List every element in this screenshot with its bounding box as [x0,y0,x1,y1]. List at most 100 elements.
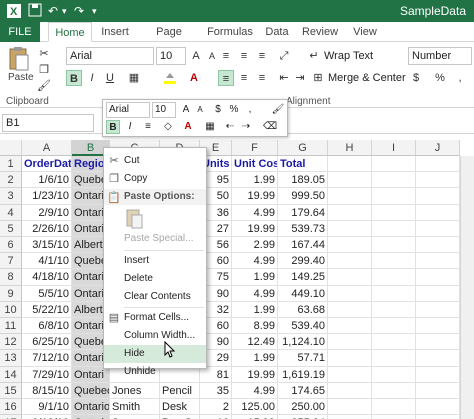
grow-font-button[interactable]: A [188,48,204,64]
cell-g[interactable]: 1,124.10 [278,334,328,351]
cell-a[interactable]: 2/26/10 [22,220,72,237]
cell-i[interactable] [372,204,416,221]
cell-g[interactable]: 449.10 [278,285,328,302]
redo-icon[interactable]: ↷ [74,3,84,19]
menu-item-copy[interactable]: ❐ Copy [104,170,206,188]
cell-h[interactable] [328,220,372,237]
cell-i[interactable] [372,334,416,351]
name-box[interactable]: B1 [2,114,94,132]
cell-g[interactable]: 250.00 [278,399,328,416]
row-header[interactable]: 11 [0,318,22,335]
cell-c[interactable]: Jones [110,382,160,399]
cell-f[interactable]: 8.99 [232,318,278,335]
percent-button[interactable]: % [432,70,448,86]
italic-button[interactable]: I [84,70,100,86]
cell-i[interactable] [372,399,416,416]
decrease-indent-icon[interactable]: ⇤ [276,70,292,86]
cell-i[interactable] [372,382,416,399]
mini-fill-color-icon[interactable]: ◇ [161,120,175,134]
merge-center-button[interactable]: Merge & Center [328,72,406,84]
cell-j[interactable] [416,334,460,351]
cell-g[interactable]: 189.05 [278,172,328,189]
col-header-g[interactable]: G [278,140,328,156]
mini-decrease-decimal-icon[interactable]: ⇠ [223,120,237,134]
row-header[interactable]: 16 [0,399,22,416]
cell-a[interactable]: 4/18/10 [22,269,72,286]
menu-item-format-cells[interactable]: ▤ Format Cells... [104,309,206,327]
cell-d[interactable] [160,366,200,383]
row-header[interactable]: 3 [0,188,22,205]
cut-icon[interactable]: ✂ [36,46,52,62]
cell-e[interactable]: 81 [200,366,232,383]
col-header-f[interactable]: F [232,140,278,156]
wrap-text-icon[interactable]: ↵ [306,48,322,64]
cell-c[interactable]: Jones [110,415,160,419]
cell-a[interactable]: 1/6/10 [22,172,72,189]
bold-button[interactable]: B [66,70,82,86]
cell-j[interactable] [416,237,460,254]
cell-j[interactable] [416,156,460,173]
row-header[interactable]: 2 [0,172,22,189]
row-header[interactable]: 14 [0,366,22,383]
merge-center-icon[interactable]: ⊞ [310,70,326,86]
top-align-icon[interactable]: ≡ [218,48,234,64]
tab-view[interactable]: View [350,22,380,42]
cell-a[interactable]: 9/18/10 [22,415,72,419]
cell-d[interactable]: Pen Set [160,415,200,419]
cell-f[interactable]: 19.99 [232,220,278,237]
vertical-scrollbar[interactable] [460,156,474,419]
cell-j[interactable] [416,301,460,318]
cell-c[interactable]: Smith [110,399,160,416]
customize-qat-icon[interactable]: ▾ [92,3,97,19]
row-header[interactable]: 9 [0,285,22,302]
underline-button[interactable]: U [102,70,118,86]
orientation-icon[interactable]: ⤢ [276,48,292,64]
cell-g[interactable]: 57.71 [278,350,328,367]
cell-h[interactable] [328,415,372,419]
tab-data[interactable]: Data [262,22,292,42]
menu-item-insert[interactable]: Insert [104,252,206,270]
mini-italic-button[interactable]: I [123,120,137,134]
cell-e[interactable]: 35 [200,382,232,399]
col-header-a[interactable]: A [22,140,72,156]
cell-g[interactable]: 63.68 [278,301,328,318]
mini-clear-icon[interactable]: ⌫ [263,120,277,134]
tab-insert[interactable]: Insert [96,22,134,42]
cell-i[interactable] [372,366,416,383]
row-header[interactable]: 10 [0,301,22,318]
undo-dropdown-icon[interactable]: ▾ [62,3,67,19]
mini-bold-button[interactable]: B [106,120,120,134]
cell-h[interactable] [328,366,372,383]
cell-b[interactable]: Quebec [72,382,110,399]
cell-j[interactable] [416,382,460,399]
font-color-button[interactable]: A [186,70,202,86]
cell-a[interactable]: 6/25/10 [22,334,72,351]
cell-h[interactable] [328,399,372,416]
cell-i[interactable] [372,285,416,302]
cell-h[interactable] [328,253,372,270]
align-right-button[interactable]: ≡ [254,70,270,86]
cell-g[interactable]: 174.65 [278,382,328,399]
mini-percent-button[interactable]: % [227,103,241,117]
cell-e[interactable]: 16 [200,415,232,419]
cell-a[interactable]: OrderDate [22,156,72,173]
cell-a[interactable]: 4/1/10 [22,253,72,270]
col-header-j[interactable]: J [416,140,460,156]
cell-g[interactable]: 539.73 [278,220,328,237]
cell-f[interactable]: 4.99 [232,285,278,302]
cell-a[interactable]: 8/15/10 [22,382,72,399]
cell-f[interactable]: 15.99 [232,415,278,419]
undo-icon[interactable]: ↶ [48,3,58,19]
select-all-corner[interactable] [0,140,22,156]
cell-f[interactable]: 1.99 [232,172,278,189]
cell-i[interactable] [372,237,416,254]
cell-h[interactable] [328,204,372,221]
font-name-select[interactable]: Arial [66,47,154,65]
cell-i[interactable] [372,172,416,189]
cell-h[interactable] [328,237,372,254]
number-format-select[interactable]: Number [408,47,472,65]
mini-font-name[interactable]: Arial [106,102,150,118]
col-header-i[interactable]: I [372,140,416,156]
cell-f[interactable]: 125.00 [232,399,278,416]
cell-j[interactable] [416,399,460,416]
